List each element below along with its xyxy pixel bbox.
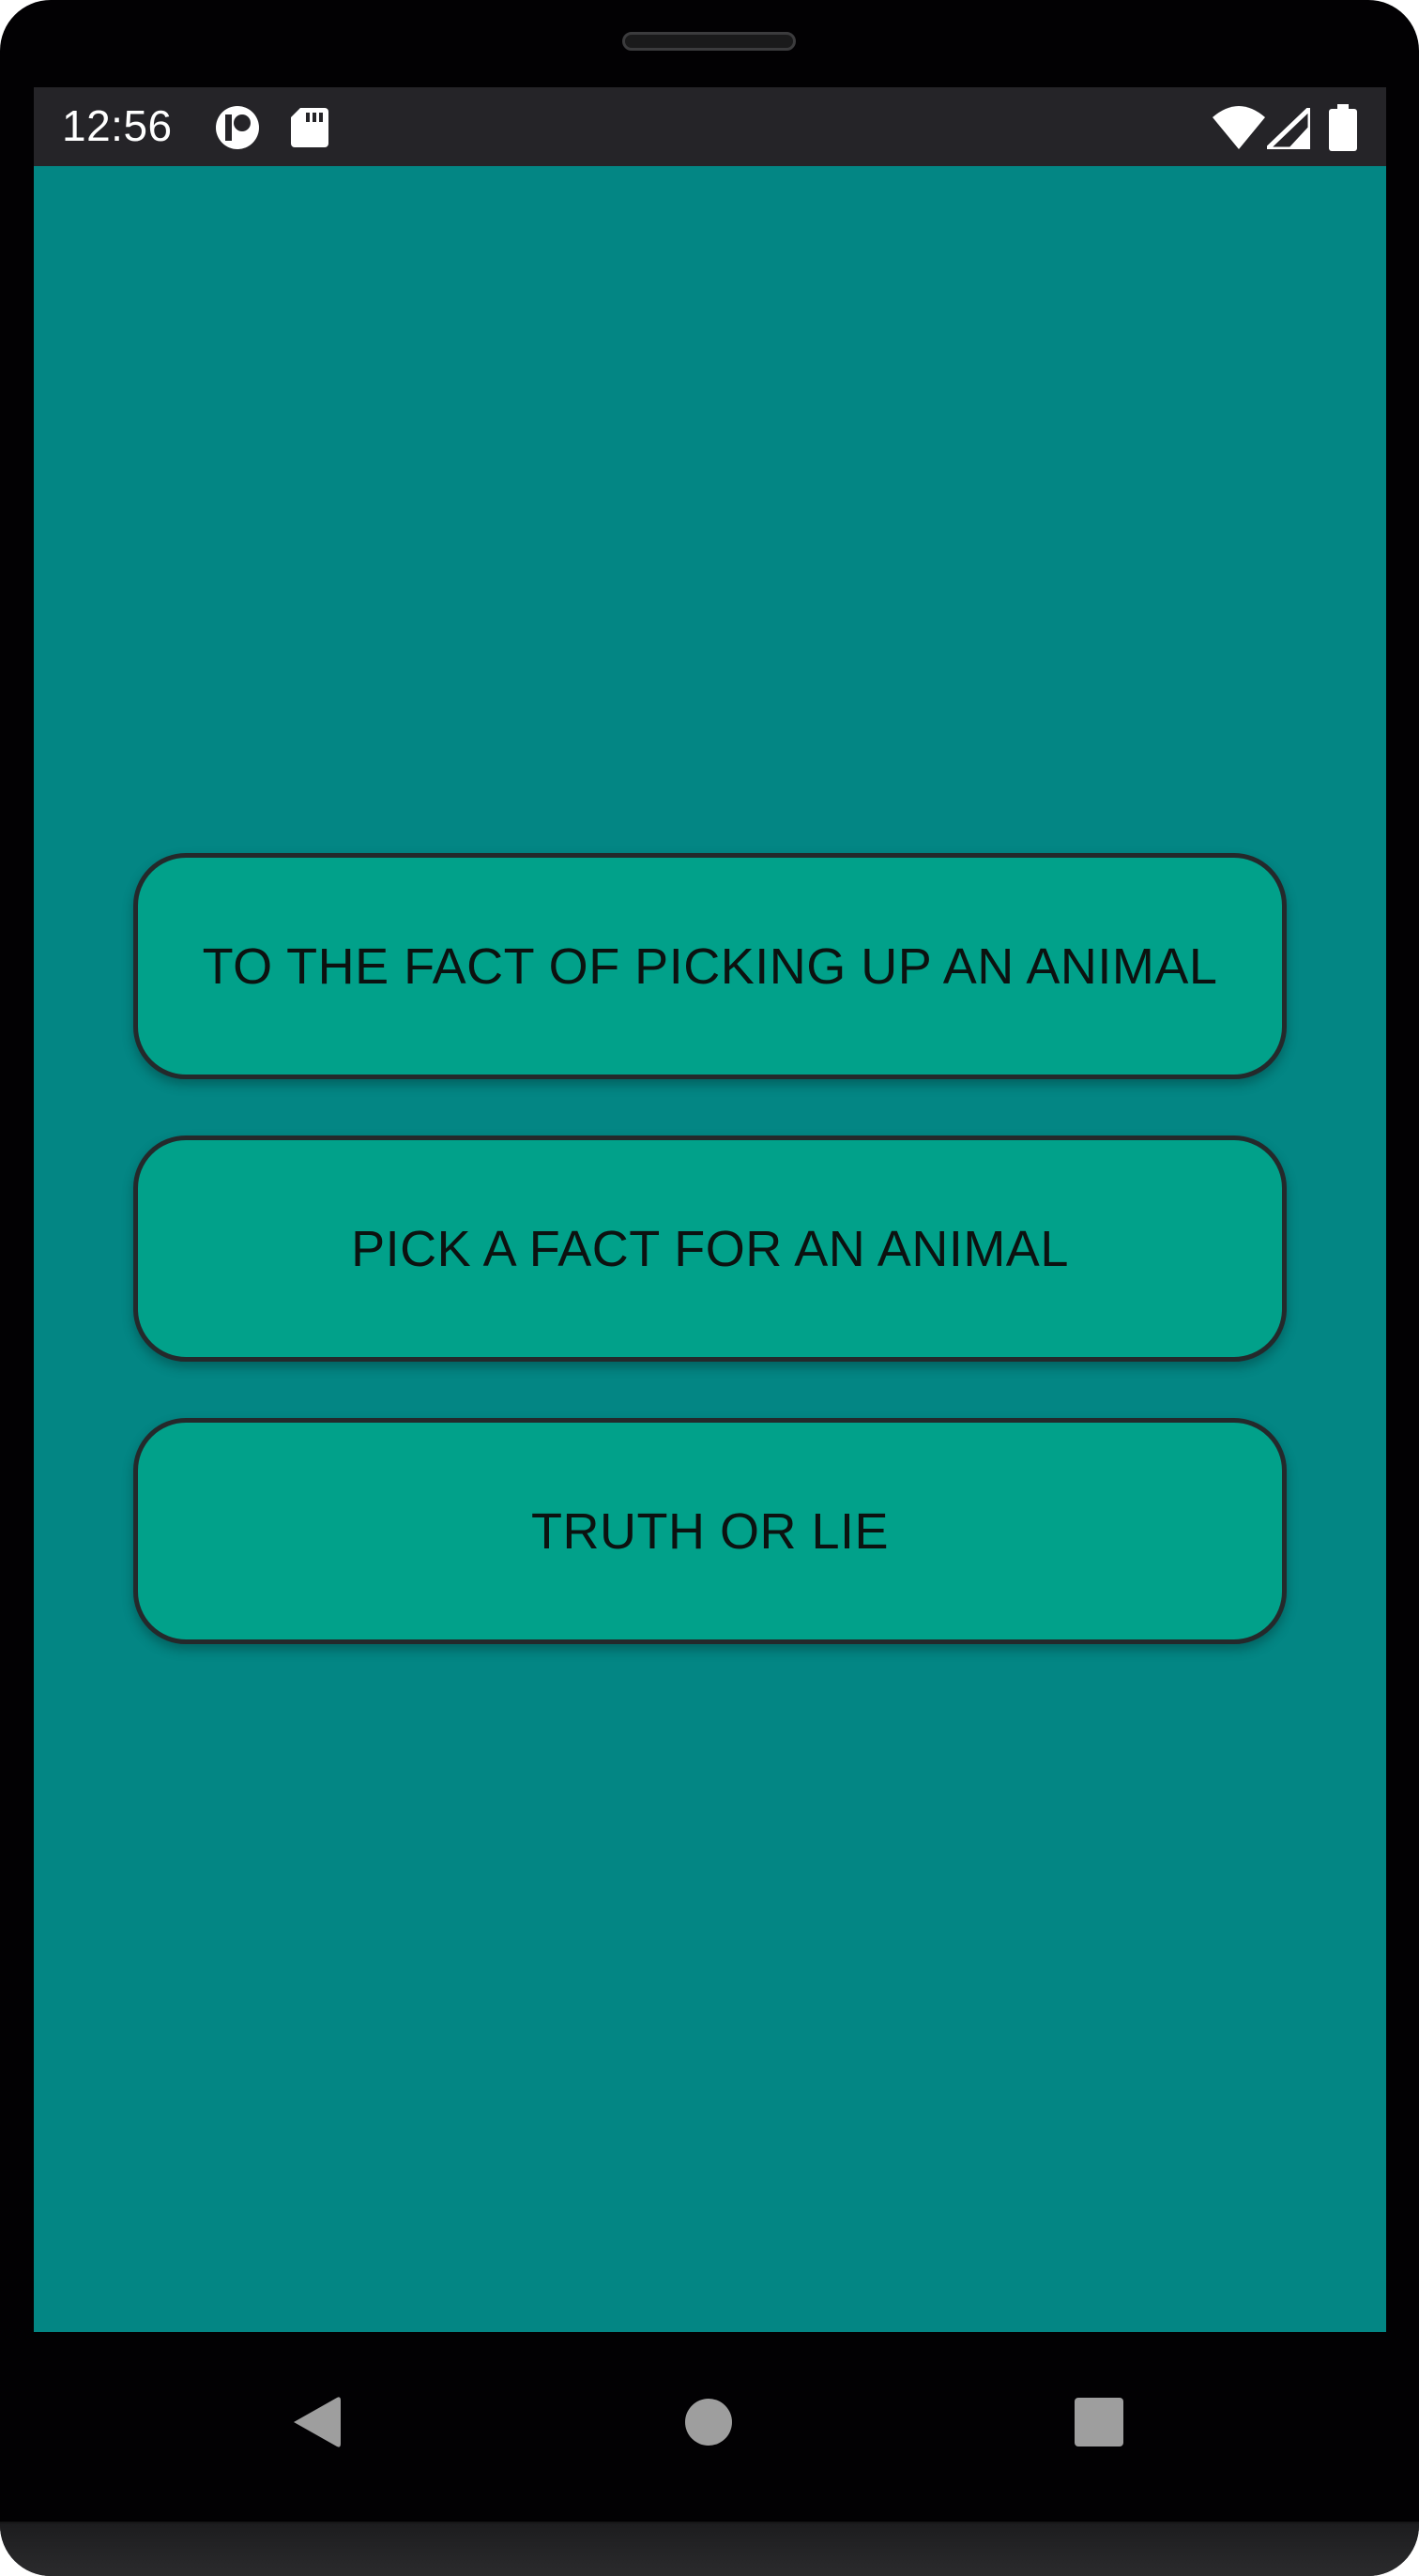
home-icon (684, 2398, 733, 2451)
fact-picking-button-label: TO THE FACT OF PICKING UP AN ANIMAL (202, 937, 1218, 995)
pick-fact-button[interactable]: PICK A FACT FOR AN ANIMAL (133, 1136, 1287, 1362)
recents-button[interactable] (1052, 2377, 1146, 2471)
cell-signal-icon (1264, 105, 1313, 154)
recents-icon (1075, 2397, 1123, 2451)
wifi-icon (1213, 106, 1265, 154)
fact-picking-button[interactable]: TO THE FACT OF PICKING UP AN ANIMAL (133, 853, 1287, 1079)
pick-fact-button-label: PICK A FACT FOR AN ANIMAL (351, 1220, 1069, 1277)
screen: 12:56 TO THE FACT OF PICKING UP AN ANIMA… (34, 87, 1386, 2332)
back-button[interactable] (269, 2377, 363, 2471)
home-button[interactable] (662, 2377, 755, 2471)
status-bar: 12:56 (34, 87, 1386, 166)
navigation-bar (0, 2332, 1419, 2522)
main-menu: TO THE FACT OF PICKING UP AN ANIMAL PICK… (34, 166, 1386, 2332)
earpiece-speaker (622, 32, 796, 51)
sd-card-icon (291, 108, 328, 152)
bottom-bezel (0, 2522, 1419, 2576)
truth-or-lie-button-label: TRUTH OR LIE (530, 1502, 890, 1560)
app-notification-icon (214, 104, 261, 156)
status-time: 12:56 (62, 101, 173, 150)
phone-frame: 12:56 TO THE FACT OF PICKING UP AN ANIMA… (0, 0, 1419, 2576)
truth-or-lie-button[interactable]: TRUTH OR LIE (133, 1418, 1287, 1644)
back-icon (290, 2394, 343, 2455)
battery-icon (1329, 104, 1357, 156)
